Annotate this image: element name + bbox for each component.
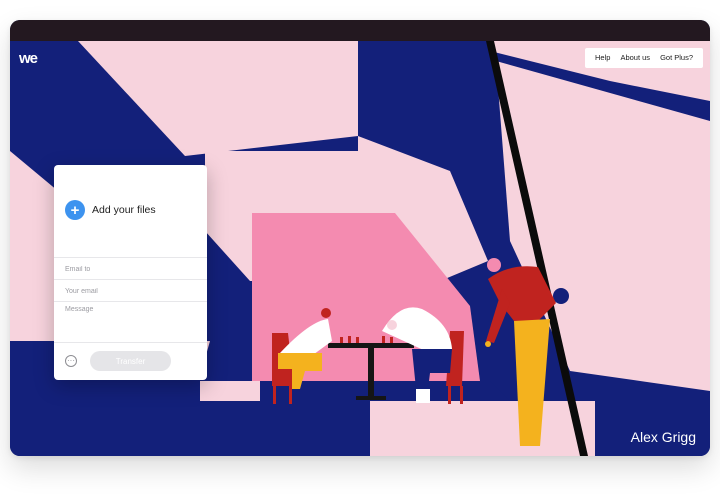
browser-top-bar bbox=[10, 20, 710, 41]
email-to-row bbox=[54, 257, 207, 280]
top-navigation: Help About us Got Plus? bbox=[585, 48, 703, 68]
your-email-input[interactable] bbox=[54, 281, 195, 302]
nav-plus-link[interactable]: Got Plus? bbox=[655, 48, 698, 68]
message-input[interactable] bbox=[54, 302, 195, 342]
artist-credit[interactable]: Alex Grigg bbox=[631, 429, 696, 445]
add-files-label: Add your files bbox=[92, 204, 156, 216]
nav-about-link[interactable]: About us bbox=[615, 48, 655, 68]
browser-frame: we Help About us Got Plus? + Add your fi… bbox=[10, 20, 710, 456]
message-row bbox=[54, 301, 207, 343]
add-files-button[interactable]: + Add your files bbox=[65, 200, 156, 220]
email-to-input[interactable] bbox=[54, 259, 195, 280]
upload-panel: + Add your files ··· Transfer bbox=[54, 165, 207, 380]
transfer-button[interactable]: Transfer bbox=[90, 351, 171, 371]
plus-circle-icon[interactable]: + bbox=[65, 200, 85, 220]
nav-help-link[interactable]: Help bbox=[590, 48, 615, 68]
wetransfer-logo[interactable]: we bbox=[19, 50, 38, 67]
more-options-icon[interactable]: ··· bbox=[65, 355, 77, 367]
your-email-row bbox=[54, 279, 207, 302]
page-viewport: we Help About us Got Plus? + Add your fi… bbox=[10, 41, 710, 456]
